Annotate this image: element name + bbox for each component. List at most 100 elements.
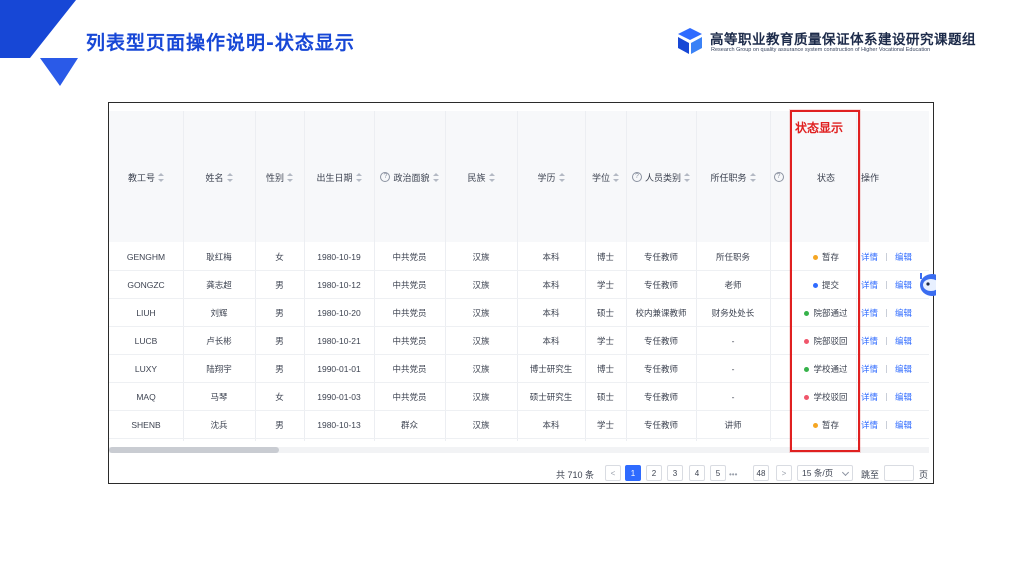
header-ethnicity[interactable]: 民族 [445, 169, 517, 185]
divider [886, 253, 888, 261]
detail-link[interactable]: 详情 [861, 335, 878, 347]
header-education[interactable]: 学历 [517, 169, 585, 185]
prev-page-button[interactable]: < [605, 465, 621, 481]
assistant-robot-icon[interactable] [916, 270, 936, 300]
cell-political: 群众 [400, 420, 418, 430]
sort-icon[interactable] [158, 172, 164, 182]
cell-staff-type: 专任教师 [643, 252, 678, 262]
header-action: 操作 [860, 172, 879, 183]
cell-degree: 硕士 [596, 308, 614, 318]
detail-link[interactable]: 详情 [861, 279, 878, 291]
cell-name: 陆翔宇 [206, 364, 232, 374]
row-actions: 详情 编辑 [861, 243, 929, 271]
jump-page-input[interactable] [884, 465, 914, 481]
header-degree[interactable]: 学位 [585, 169, 626, 185]
horizontal-scrollbar-thumb[interactable] [109, 447, 279, 453]
status-highlight-label: 状态显示 [795, 121, 844, 135]
sort-icon[interactable] [684, 172, 690, 182]
cell-staff-type: 专任教师 [643, 336, 678, 346]
header-name[interactable]: 姓名 [183, 169, 255, 185]
row-actions: 详情 编辑 [861, 411, 929, 439]
cell-ethnicity: 汉族 [472, 308, 490, 318]
cell-ethnicity: 汉族 [472, 280, 490, 290]
cell-birth: 1980-10-19 [317, 252, 361, 262]
edit-link[interactable]: 编辑 [895, 279, 912, 291]
cell-education: 本科 [542, 420, 560, 430]
cell-position: 老师 [724, 280, 742, 290]
edit-link[interactable]: 编辑 [895, 391, 912, 403]
page-button-1[interactable]: 1 [625, 465, 641, 481]
header-birth[interactable]: 出生日期 [304, 169, 374, 185]
page-button-last[interactable]: 48 [753, 465, 769, 481]
cell-staff-type: 校内兼课教师 [635, 308, 687, 318]
sort-icon[interactable] [613, 172, 619, 182]
cell-position: 财务处处长 [711, 308, 755, 318]
header-extra[interactable]: ? [770, 169, 790, 185]
edit-link[interactable]: 编辑 [895, 335, 912, 347]
page-button-2[interactable]: 2 [646, 465, 662, 481]
row-actions: 详情 编辑 [861, 355, 929, 383]
page-button-5[interactable]: 5 [710, 465, 726, 481]
cell-gender: 男 [275, 336, 284, 346]
cell-staff-type: 专任教师 [643, 392, 678, 402]
cell-degree: 硕士 [596, 392, 614, 402]
detail-link[interactable]: 详情 [861, 251, 878, 263]
cell-gender: 男 [275, 280, 284, 290]
edit-link[interactable]: 编辑 [895, 251, 912, 263]
cell-gender: 男 [275, 308, 284, 318]
edit-link[interactable]: 编辑 [895, 419, 912, 431]
cell-staff-type: 专任教师 [643, 420, 678, 430]
cell-id: LUCB [134, 336, 158, 346]
page-button-3[interactable]: 3 [667, 465, 683, 481]
header-id[interactable]: 教工号 [109, 169, 183, 185]
help-icon[interactable]: ? [380, 172, 391, 182]
sort-icon[interactable] [355, 172, 362, 182]
org-logo-icon [678, 28, 702, 54]
cell-ethnicity: 汉族 [472, 392, 490, 402]
sort-icon[interactable] [488, 172, 495, 182]
detail-link[interactable]: 详情 [861, 307, 878, 319]
cell-ethnicity: 汉族 [472, 336, 490, 346]
edit-link[interactable]: 编辑 [895, 307, 912, 319]
row-actions: 详情 编辑 [861, 299, 929, 327]
sort-icon[interactable] [558, 172, 565, 182]
sort-icon[interactable] [287, 172, 293, 182]
help-icon[interactable]: ? [773, 172, 784, 182]
header-political[interactable]: ? 政治面貌 [374, 169, 445, 185]
sort-icon[interactable] [749, 172, 756, 182]
pagination-ellipsis[interactable]: ••• [729, 465, 737, 483]
cell-gender: 男 [275, 420, 284, 430]
help-icon[interactable]: ? [631, 172, 642, 182]
divider [886, 281, 888, 289]
cell-name: 龚志超 [206, 280, 232, 290]
cell-position: 讲师 [724, 420, 742, 430]
sort-icon[interactable] [226, 172, 233, 182]
cell-degree: 学士 [596, 280, 614, 290]
divider [886, 309, 888, 317]
cell-id: LIUH [136, 308, 156, 318]
sort-icon[interactable] [432, 172, 439, 182]
header-staff-type[interactable]: ? 人员类别 [626, 169, 696, 185]
cell-name: 耿红梅 [206, 252, 232, 262]
org-name: 高等职业教育质量保证体系建设研究课题组 [710, 32, 976, 48]
cell-degree: 博士 [596, 252, 614, 262]
cell-name: 刘辉 [210, 308, 228, 318]
divider [886, 337, 888, 345]
header-position[interactable]: 所任职务 [696, 169, 770, 185]
detail-link[interactable]: 详情 [861, 363, 878, 375]
slide-title: 列表型页面操作说明-状态显示 [86, 32, 355, 54]
page-size-select[interactable]: 15 条/页 [797, 465, 853, 481]
page-size-value: 15 条/页 [802, 468, 834, 478]
cell-education: 本科 [542, 280, 560, 290]
cell-education: 本科 [542, 308, 560, 318]
header-gender[interactable]: 性别 [255, 169, 304, 185]
cell-political: 中共党员 [392, 252, 427, 262]
detail-link[interactable]: 详情 [861, 419, 878, 431]
detail-link[interactable]: 详情 [861, 391, 878, 403]
page-button-4[interactable]: 4 [689, 465, 705, 481]
cell-education: 本科 [542, 336, 560, 346]
next-page-button[interactable]: > [776, 465, 792, 481]
row-actions: 详情 编辑 [861, 327, 929, 355]
edit-link[interactable]: 编辑 [895, 363, 912, 375]
cell-political: 中共党员 [392, 308, 427, 318]
